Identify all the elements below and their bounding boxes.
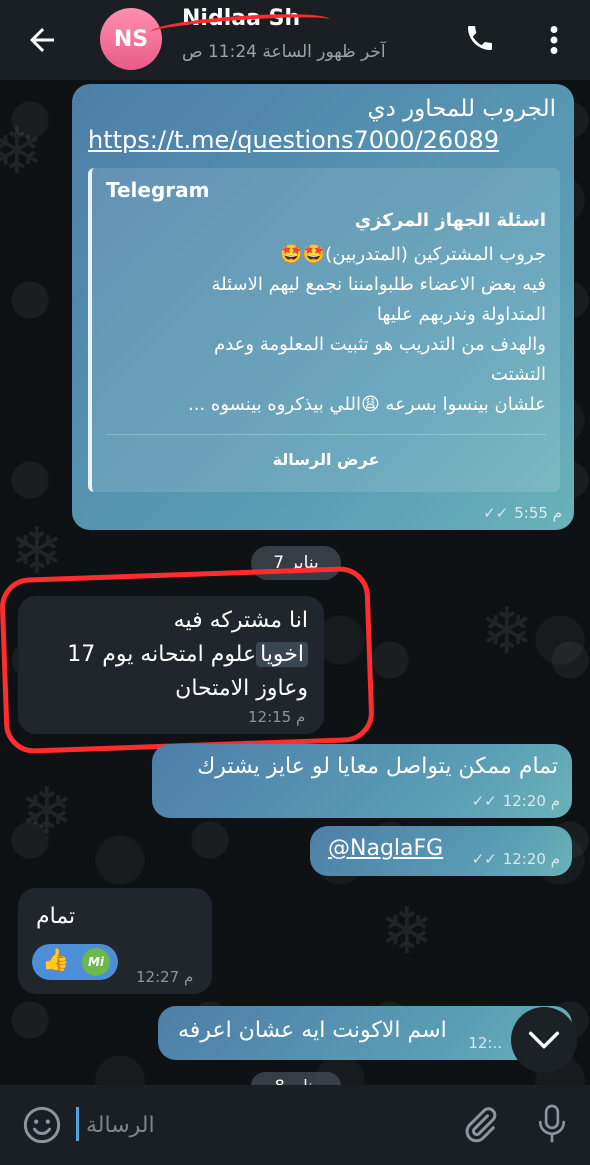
mention-link[interactable]: @NaglaFG [328, 836, 443, 861]
message-input[interactable] [84, 1099, 388, 1151]
preview-site-name: Telegram [106, 178, 210, 202]
preview-line: جروب المشتركين (المتدربين)🤩🤩 [280, 244, 546, 265]
view-message-button[interactable]: عرض الرسالة [92, 450, 560, 469]
message-time: 12:27 م [136, 968, 194, 986]
link-preview-card[interactable]: Telegram اسئلة الجهاز المركزي جروب المشت… [88, 168, 560, 492]
preview-line: المتداولة وندربهم عليها [376, 304, 546, 325]
preview-line: التشتت [490, 364, 546, 385]
snowflake-decoration: ❄ [20, 775, 74, 849]
last-seen-status: آخر ظهور الساعة 11:24 ص [182, 42, 386, 62]
snowflake-decoration: ❄ [10, 515, 64, 589]
double-check-icon: ✓✓ [471, 792, 497, 810]
message-input-bar [0, 1085, 590, 1165]
preview-divider [106, 434, 546, 435]
chevron-down-icon [528, 1031, 560, 1049]
message-time: 12:20 م [502, 792, 560, 810]
avatar[interactable]: NS [100, 8, 162, 70]
scroll-down-button[interactable] [511, 1007, 577, 1073]
snowflake-decoration: ❄ [0, 115, 44, 189]
message-text: تمام ممكن يتواصل معايا لو عايز يشترك [197, 754, 558, 779]
text-cursor [76, 1107, 79, 1141]
microphone-icon[interactable] [534, 1103, 570, 1147]
snowflake-decoration: ❄ [380, 895, 434, 969]
message-text: اسم الاكونت ايه عشان اعرفه [178, 1018, 447, 1043]
thumbs-up-reaction[interactable]: 👍 [42, 948, 69, 973]
message-bubble-outgoing[interactable]: الجروب للمحاور دي https://t.me/questions… [72, 84, 574, 530]
double-check-icon: ✓✓ [483, 504, 509, 522]
message-time: 12:20 م [502, 850, 560, 868]
paperclip-icon[interactable] [460, 1105, 500, 1145]
preview-line: والهدف من التدريب هو تثبيت المعلومة وعدم [214, 334, 546, 355]
smiley-icon[interactable] [22, 1105, 62, 1145]
preview-description: جروب المشتركين (المتدربين)🤩🤩 فيه بعض الا… [116, 240, 546, 420]
chat-header: NS Nidlaa Sh آخر ظهور الساعة 11:24 ص [0, 0, 590, 80]
message-text: الجروب للمحاور دي [367, 96, 556, 122]
message-bubble-incoming[interactable]: تمام 👍 Mi 12:27 م [18, 888, 212, 994]
message-bubble-outgoing[interactable]: اسم الاكونت ايه عشان اعرفه 12:.. [158, 1006, 572, 1060]
snowflake-decoration: ❄ [480, 595, 534, 669]
message-time: 5:55 م [514, 504, 562, 522]
message-text: تمام [36, 904, 76, 929]
message-link[interactable]: https://t.me/questions7000/26089 [88, 126, 499, 154]
message-meta: ✓✓ 5:55 م [483, 504, 562, 522]
reactions-bar[interactable]: 👍 Mi [32, 944, 118, 980]
more-vertical-icon[interactable] [544, 22, 564, 58]
message-meta: ✓✓ 12:20 م [472, 792, 560, 810]
message-time: 12:.. [468, 1034, 502, 1052]
message-bubble-outgoing[interactable]: @NaglaFG ✓✓ 12:20 م [310, 826, 572, 876]
message-bubble-outgoing[interactable]: تمام ممكن يتواصل معايا لو عايز يشترك ✓✓ 1… [152, 744, 572, 818]
message-meta: ✓✓ 12:20 م [472, 850, 560, 868]
annotation-circle [0, 565, 375, 755]
double-check-icon: ✓✓ [471, 850, 497, 868]
reactor-avatar: Mi [82, 948, 110, 976]
preview-title: اسئلة الجهاز المركزي [354, 210, 546, 231]
phone-icon[interactable] [464, 22, 496, 54]
preview-line: علشان بينسوا بسرعه 😩اللي بيذكروه بينسوه … [188, 394, 546, 415]
preview-line: فيه بعض الاعضاء طلبوامننا نجمع ليهم الاس… [211, 274, 546, 295]
arrow-back-icon[interactable] [24, 22, 60, 58]
